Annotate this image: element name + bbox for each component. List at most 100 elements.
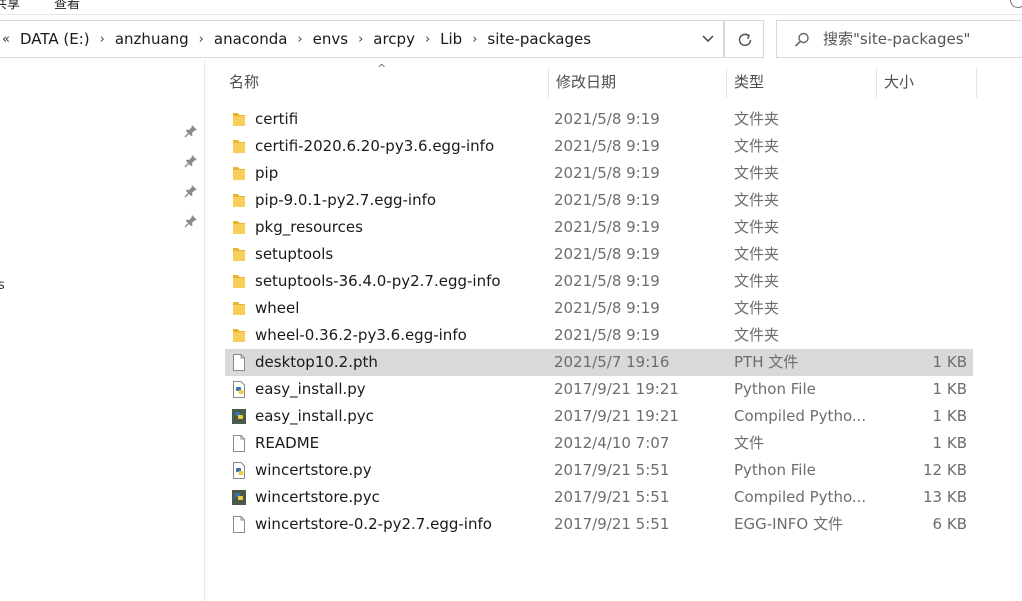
file-row[interactable]: wincertstore.py 2017/9/21 5:51 Python File…	[225, 457, 973, 484]
file-icon	[231, 353, 247, 372]
file-type: EGG-INFO 文件	[734, 515, 843, 533]
chevron-right-icon[interactable]: ›	[96, 32, 109, 47]
pin-icon[interactable]	[184, 124, 198, 138]
file-row[interactable]: wheel 2021/5/8 9:19 文件夹	[225, 295, 973, 322]
chevron-right-icon[interactable]: ›	[293, 32, 306, 47]
breadcrumb-item-envs[interactable]: envs	[307, 30, 354, 48]
column-header-type[interactable]: 类型	[726, 60, 876, 104]
file-size: 1 KB	[932, 434, 967, 452]
refresh-button[interactable]	[724, 20, 764, 58]
file-type: PTH 文件	[734, 353, 799, 371]
file-type: 文件夹	[734, 164, 780, 182]
nav-item-fragment[interactable]: s	[0, 278, 5, 293]
file-name: wincertstore-0.2-py2.7.egg-info	[255, 515, 492, 533]
file-icon	[231, 515, 247, 534]
file-row[interactable]: pip 2021/5/8 9:19 文件夹	[225, 160, 973, 187]
file-row[interactable]: pkg_resources 2021/5/8 9:19 文件夹	[225, 214, 973, 241]
folder-icon	[231, 164, 247, 183]
help-icon[interactable]	[1010, 0, 1022, 8]
folder-icon	[231, 245, 247, 264]
search-box[interactable]	[776, 20, 1022, 58]
file-name: easy_install.pyc	[255, 407, 374, 425]
file-icon	[231, 434, 247, 453]
file-row[interactable]: wheel-0.36.2-py3.6.egg-info 2021/5/8 9:19…	[225, 322, 973, 349]
file-type: 文件夹	[734, 191, 780, 209]
folder-icon	[231, 137, 247, 156]
ribbon-tab-view[interactable]: 查看	[54, 0, 80, 12]
file-row[interactable]: certifi-2020.6.20-py3.6.egg-info 2021/5/8…	[225, 133, 973, 160]
file-name: setuptools-36.4.0-py2.7.egg-info	[255, 272, 501, 290]
pin-icon[interactable]	[184, 214, 198, 228]
folder-icon	[231, 299, 247, 318]
search-input[interactable]	[823, 29, 1019, 49]
file-name: setuptools	[255, 245, 334, 263]
file-name: pip	[255, 164, 279, 182]
file-date-modified: 2021/5/8 9:19	[554, 272, 660, 290]
file-date-modified: 2017/9/21 5:51	[554, 461, 670, 479]
pin-icon[interactable]	[184, 184, 198, 198]
python-compiled-icon	[231, 488, 247, 507]
file-row[interactable]: pip-9.0.1-py2.7.egg-info 2021/5/8 9:19 文件夹	[225, 187, 973, 214]
python-compiled-icon	[231, 407, 247, 426]
chevron-right-icon[interactable]: ›	[354, 32, 367, 47]
breadcrumb-item-drive[interactable]: DATA (E:)	[14, 30, 96, 48]
file-type: 文件夹	[734, 110, 780, 128]
chevron-down-icon[interactable]	[701, 31, 715, 45]
file-type: Compiled Pytho...	[734, 407, 867, 425]
pin-icon[interactable]	[184, 154, 198, 168]
file-name: wheel	[255, 299, 300, 317]
breadcrumb-item-anaconda[interactable]: anaconda	[208, 30, 294, 48]
file-row[interactable]: wincertstore.pyc 2017/9/21 5:51 Compiled P…	[225, 484, 973, 511]
column-header-name[interactable]: 名称	[221, 60, 549, 104]
chevron-right-icon[interactable]: ›	[421, 32, 434, 47]
file-row[interactable]: README 2012/4/10 7:07 文件 1 KB	[225, 430, 973, 457]
file-name: wincertstore.pyc	[255, 488, 380, 506]
breadcrumb-item-lib[interactable]: Lib	[434, 30, 468, 48]
file-date-modified: 2021/5/8 9:19	[554, 137, 660, 155]
navigation-pane[interactable]: s	[0, 60, 205, 601]
ribbon-tab-share[interactable]: 共享	[0, 0, 20, 12]
file-type: Compiled Pytho...	[734, 488, 867, 506]
file-type: 文件夹	[734, 218, 780, 236]
python-file-icon	[231, 461, 247, 480]
file-list[interactable]: certifi 2021/5/8 9:19 文件夹 certifi-2020.6.20…	[225, 106, 973, 538]
file-name: README	[255, 434, 320, 452]
file-date-modified: 2021/5/8 9:19	[554, 110, 660, 128]
file-type: 文件夹	[734, 137, 780, 155]
file-date-modified: 2017/9/21 19:21	[554, 380, 679, 398]
breadcrumb-item-site-packages[interactable]: site-packages	[481, 30, 597, 48]
file-row[interactable]: desktop10.2.pth 2021/5/7 19:16 PTH 文件 1 KB	[225, 349, 973, 376]
address-bar[interactable]: « DATA (E:) › anzhuang › anaconda › envs…	[0, 20, 724, 58]
folder-icon	[231, 326, 247, 345]
folder-icon	[231, 218, 247, 237]
file-size: 1 KB	[932, 380, 967, 398]
file-row[interactable]: easy_install.pyc 2017/9/21 19:21 Compiled …	[225, 403, 973, 430]
column-header: ^ 名称 修改日期 类型 大小	[205, 60, 1022, 104]
file-type: Python File	[734, 461, 816, 479]
chevron-right-icon[interactable]: ›	[195, 32, 208, 47]
folder-icon	[231, 110, 247, 129]
breadcrumb-item-anzhuang[interactable]: anzhuang	[109, 30, 195, 48]
column-divider[interactable]	[976, 68, 977, 98]
file-date-modified: 2021/5/8 9:19	[554, 326, 660, 344]
chevron-right-icon[interactable]: ›	[468, 32, 481, 47]
refresh-icon	[738, 33, 752, 47]
file-type: 文件夹	[734, 326, 780, 344]
file-row[interactable]: wincertstore-0.2-py2.7.egg-info 2017/9/21…	[225, 511, 973, 538]
file-name: easy_install.py	[255, 380, 366, 398]
python-file-icon	[231, 380, 247, 399]
file-date-modified: 2021/5/8 9:19	[554, 164, 660, 182]
file-row[interactable]: setuptools-36.4.0-py2.7.egg-info 2021/5/8…	[225, 268, 973, 295]
column-header-size[interactable]: 大小	[876, 60, 976, 104]
file-row[interactable]: easy_install.py 2017/9/21 19:21 Python Fil…	[225, 376, 973, 403]
file-name: certifi-2020.6.20-py3.6.egg-info	[255, 137, 495, 155]
column-header-date[interactable]: 修改日期	[548, 60, 726, 104]
breadcrumb-overflow-icon[interactable]: «	[2, 32, 14, 47]
file-row[interactable]: certifi 2021/5/8 9:19 文件夹	[225, 106, 973, 133]
breadcrumb-item-arcpy[interactable]: arcpy	[367, 30, 421, 48]
file-date-modified: 2021/5/8 9:19	[554, 218, 660, 236]
file-date-modified: 2021/5/8 9:19	[554, 191, 660, 209]
file-date-modified: 2021/5/8 9:19	[554, 299, 660, 317]
breadcrumb: « DATA (E:) › anzhuang › anaconda › envs…	[0, 21, 597, 57]
file-row[interactable]: setuptools 2021/5/8 9:19 文件夹	[225, 241, 973, 268]
